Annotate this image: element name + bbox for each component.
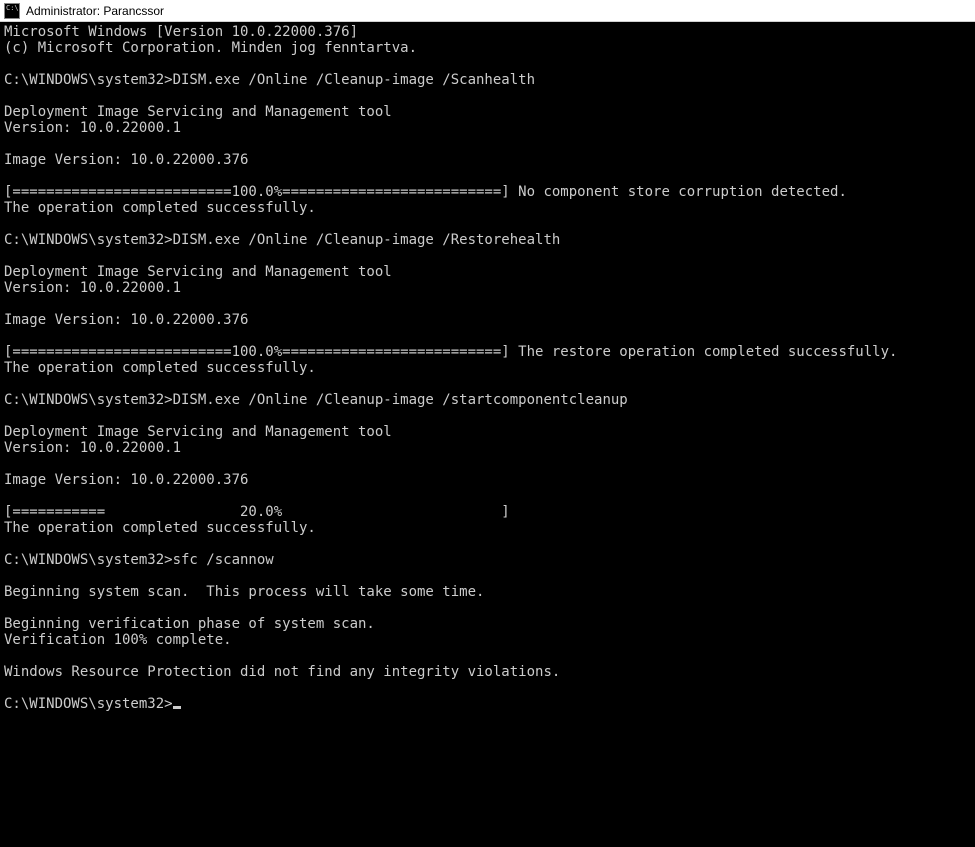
window-title: Administrator: Parancssor — [26, 4, 164, 18]
terminal-lines: Microsoft Windows [Version 10.0.22000.37… — [4, 24, 897, 680]
cmd-icon — [4, 3, 20, 19]
cursor — [173, 706, 181, 709]
cmd-window: Administrator: Parancssor Microsoft Wind… — [0, 0, 975, 847]
titlebar[interactable]: Administrator: Parancssor — [0, 0, 975, 22]
terminal-output[interactable]: Microsoft Windows [Version 10.0.22000.37… — [0, 22, 975, 847]
terminal-prompt: C:\WINDOWS\system32> — [4, 696, 173, 712]
